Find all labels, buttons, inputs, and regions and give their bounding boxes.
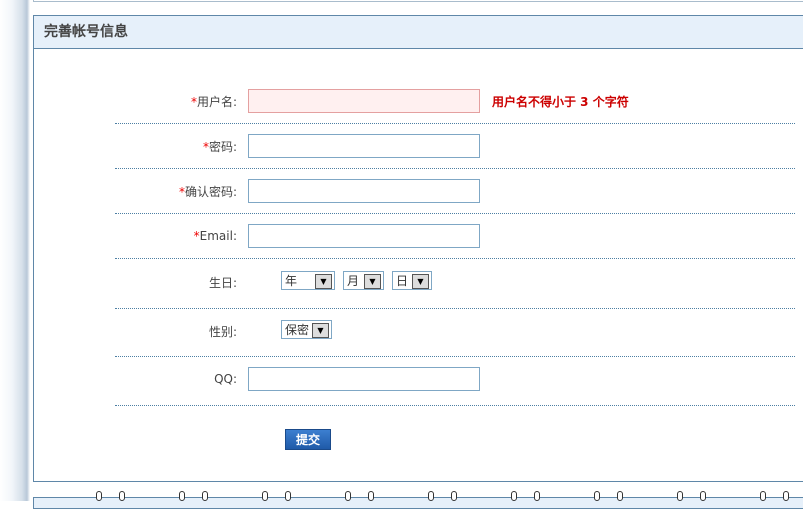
binder-ring-icon (700, 491, 706, 501)
binder-ring-icon (451, 491, 457, 501)
email-label: *Email: (193, 229, 237, 243)
next-panel-edge (33, 497, 803, 509)
binder-ring-icon (368, 491, 374, 501)
gender-select[interactable]: 保密 ▼ (281, 320, 332, 339)
binder-ring-icon (760, 491, 766, 501)
confirm-password-input[interactable] (248, 179, 480, 203)
qq-input[interactable] (248, 367, 480, 391)
username-error: 用户名不得小于 3 个字符 (492, 95, 629, 109)
birthday-row: 生日: 年 ▼ 月 ▼ 日 ▼ (115, 259, 795, 309)
gender-label: 性别: (208, 325, 237, 339)
binder-ring-icon (96, 491, 102, 501)
password-label: *密码: (202, 140, 237, 154)
page-shadow (0, 0, 30, 501)
email-row: *Email: (115, 214, 795, 259)
binder-ring-icon (285, 491, 291, 501)
binder-ring-icon (783, 491, 789, 501)
binder-ring-icon (428, 491, 434, 501)
binder-ring-icon (511, 491, 517, 501)
binder-ring-icon (202, 491, 208, 501)
binder-ring-icon (677, 491, 683, 501)
binder-ring-icon (534, 491, 540, 501)
confirm-password-row: *确认密码: (115, 169, 795, 214)
binder-ring-icon (617, 491, 623, 501)
birth-month-select[interactable]: 月 ▼ (343, 271, 384, 290)
binder-ring-icon (262, 491, 268, 501)
top-panel-edge (33, 0, 803, 2)
binder-ring-icon (345, 491, 351, 501)
gender-row: 性别: 保密 ▼ (115, 309, 795, 357)
binder-ring-icon (179, 491, 185, 501)
username-input[interactable] (248, 89, 480, 113)
submit-button[interactable]: 提交 (285, 429, 331, 450)
confirm-password-label: *确认密码: (178, 185, 237, 199)
birth-day-select[interactable]: 日 ▼ (392, 271, 432, 290)
binder-ring-icon (119, 491, 125, 501)
email-input[interactable] (248, 224, 480, 248)
qq-label: QQ: (214, 372, 237, 386)
birth-year-select[interactable]: 年 ▼ (281, 271, 335, 290)
password-row: *密码: (115, 124, 795, 169)
dropdown-arrow-icon: ▼ (412, 274, 429, 289)
dropdown-arrow-icon: ▼ (312, 323, 329, 338)
panel-title: 完善帐号信息 (34, 16, 803, 49)
dropdown-arrow-icon: ▼ (315, 274, 332, 289)
binder-ring-icon (594, 491, 600, 501)
username-row: *用户名: 用户名不得小于 3 个字符 (115, 88, 795, 124)
username-label: *用户名: (190, 95, 237, 109)
dropdown-arrow-icon: ▼ (364, 274, 381, 289)
password-input[interactable] (248, 134, 480, 158)
qq-row: QQ: (115, 357, 795, 406)
birthday-label: 生日: (208, 276, 237, 290)
